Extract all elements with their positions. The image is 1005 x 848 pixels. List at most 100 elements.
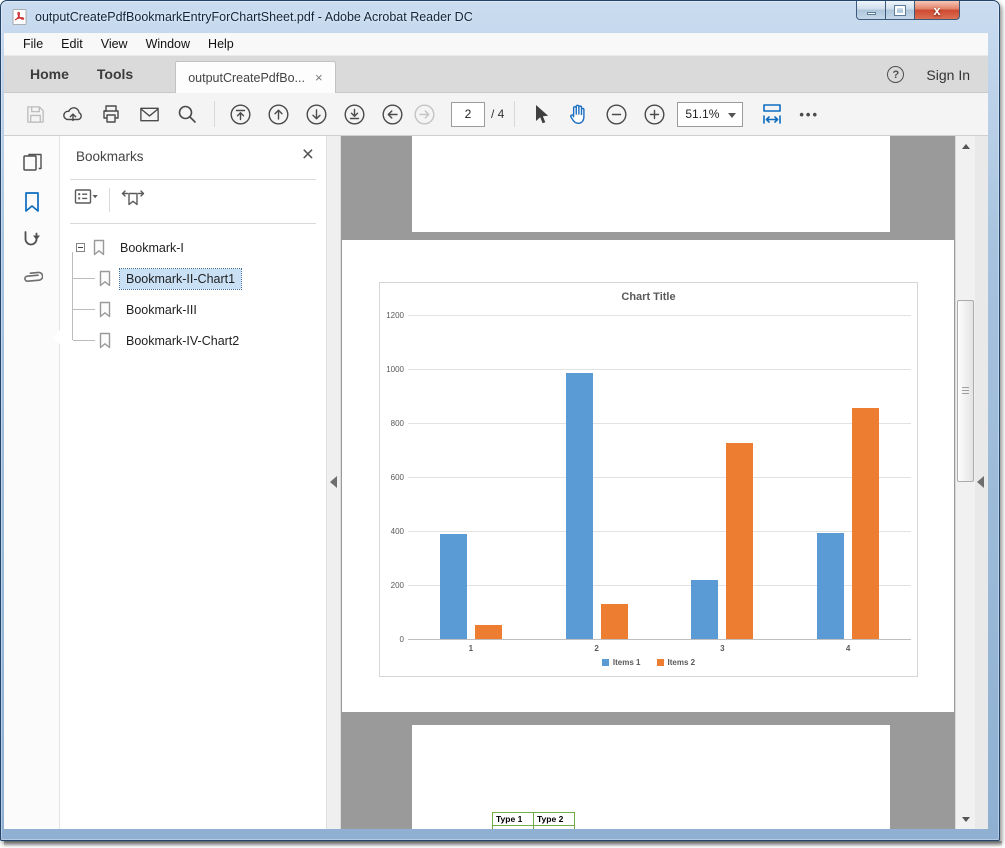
- panel-splitter[interactable]: [327, 136, 341, 829]
- menu-view[interactable]: View: [92, 34, 137, 54]
- bookmarks-panel-button[interactable]: [20, 190, 44, 214]
- document-page-3: Type 1Type 2390985: [412, 725, 890, 829]
- hand-tool-button[interactable]: [563, 99, 593, 129]
- menu-file[interactable]: File: [14, 34, 52, 54]
- next-page-button[interactable]: [301, 99, 331, 129]
- collapse-panel-icon[interactable]: [330, 476, 337, 488]
- previous-view-button[interactable]: [377, 99, 407, 129]
- legend-swatch: [657, 659, 664, 666]
- y-axis-tick-label: 1000: [380, 365, 404, 374]
- bookmark-item[interactable]: Bookmark-IV-Chart2: [60, 325, 322, 356]
- scroll-down-button[interactable]: [956, 809, 976, 829]
- document-tab-label: outputCreatePdfBo...: [188, 71, 305, 85]
- menu-window[interactable]: Window: [137, 34, 199, 54]
- u-turn-arrow-icon: [21, 229, 43, 251]
- y-axis-tick-label: 200: [380, 581, 404, 590]
- menu-help[interactable]: Help: [199, 34, 243, 54]
- zoom-level-select[interactable]: 51.1%: [677, 102, 743, 127]
- email-button[interactable]: [134, 99, 164, 129]
- scroll-up-button[interactable]: [956, 136, 976, 156]
- restore-button[interactable]: [886, 1, 915, 20]
- save-button[interactable]: [20, 99, 50, 129]
- bookmark-item[interactable]: Bookmark-I: [60, 232, 322, 263]
- restore-icon: [895, 6, 905, 15]
- bar-items-2-cat2: [601, 604, 628, 639]
- window-title: outputCreatePdfBookmarkEntryForChartShee…: [35, 10, 473, 24]
- document-area: Chart Title 0200400600800100012001234Ite…: [341, 136, 955, 829]
- arrow-right-circle-icon: [412, 102, 437, 127]
- thumb-grip: [962, 387, 969, 394]
- menu-bar: FileEditViewWindowHelp: [4, 33, 988, 56]
- tree-line: [73, 340, 95, 341]
- vertical-scrollbar[interactable]: [955, 136, 975, 829]
- bookmark-options-button[interactable]: [74, 187, 99, 212]
- tab-home[interactable]: Home: [16, 57, 83, 91]
- tab-tools[interactable]: Tools: [83, 57, 147, 91]
- sign-in-button[interactable]: Sign In: [926, 67, 970, 83]
- navigation-rail: [4, 136, 60, 829]
- bookmark-item[interactable]: Bookmark-II-Chart1: [60, 263, 322, 294]
- bar-items-2-cat1: [475, 625, 502, 639]
- cursor-arrow-icon: [530, 103, 550, 125]
- bar-items-1-cat4: [817, 533, 844, 639]
- table-value-cell: 390: [493, 826, 534, 830]
- document-page-1: [412, 136, 890, 232]
- expand-tools-pane-icon[interactable]: [977, 476, 984, 488]
- floppy-disk-icon: [25, 104, 46, 125]
- last-page-button[interactable]: [339, 99, 369, 129]
- share-button[interactable]: [58, 99, 88, 129]
- attachments-panel-button[interactable]: [20, 266, 44, 290]
- collapse-expander-icon[interactable]: [76, 243, 85, 252]
- bookmark-label: Bookmark-I: [114, 238, 190, 258]
- minimize-button[interactable]: [856, 1, 886, 20]
- next-view-button[interactable]: [409, 99, 439, 129]
- bookmarks-panel-close-icon[interactable]: ×: [302, 144, 314, 165]
- help-icon[interactable]: ?: [887, 66, 904, 83]
- chevron-down-icon: [728, 113, 736, 118]
- close-button[interactable]: x: [915, 1, 960, 20]
- more-tools-button[interactable]: •••: [799, 107, 819, 122]
- bookmark-icon: [98, 301, 112, 319]
- document-tab-close-icon[interactable]: ×: [315, 71, 323, 84]
- previous-page-button[interactable]: [263, 99, 293, 129]
- bookmark-item[interactable]: Bookmark-III: [60, 294, 322, 325]
- search-button[interactable]: [172, 99, 202, 129]
- zoom-in-button[interactable]: [639, 99, 669, 129]
- screen: outputCreatePdfBookmarkEntryForChartShee…: [0, 0, 1005, 848]
- gridline: [408, 369, 911, 370]
- arrow-up-circle-icon: [266, 102, 291, 127]
- y-axis-tick-label: 600: [380, 473, 404, 482]
- signatures-panel-button[interactable]: [20, 228, 44, 252]
- window-controls: x: [856, 1, 960, 20]
- bar-items-1-cat2: [566, 373, 593, 639]
- expand-current-bookmark-button[interactable]: [120, 186, 146, 213]
- fit-width-button[interactable]: [757, 99, 787, 129]
- page-count-label: / 4: [491, 107, 504, 121]
- print-button[interactable]: [96, 99, 126, 129]
- pdf-file-icon: [12, 9, 29, 25]
- gridline: [408, 477, 911, 478]
- scrollbar-thumb[interactable]: [957, 300, 974, 482]
- table-header-cell: Type 2: [534, 813, 575, 826]
- zoom-out-button[interactable]: [601, 99, 631, 129]
- active-panel-notch: [53, 330, 60, 344]
- y-axis-tick-label: 0: [380, 635, 404, 644]
- page-number-input[interactable]: [451, 102, 485, 127]
- triangle-up-icon: [962, 144, 970, 149]
- toolbar-separator: [214, 101, 215, 127]
- first-page-icon: [228, 102, 253, 127]
- select-tool-button[interactable]: [525, 99, 555, 129]
- minus-circle-icon: [604, 102, 629, 127]
- first-page-button[interactable]: [225, 99, 255, 129]
- tab-document[interactable]: outputCreatePdfBo... ×: [175, 61, 335, 93]
- expand-bookmark-icon: [120, 186, 146, 208]
- window-shadow: [4, 841, 1002, 847]
- cloud-upload-icon: [62, 103, 84, 125]
- bookmarks-panel-title: Bookmarks: [76, 149, 144, 164]
- page-thumbnails-button[interactable]: [20, 152, 44, 176]
- menu-edit[interactable]: Edit: [52, 34, 92, 54]
- legend-label: Items 2: [668, 658, 696, 667]
- bar-items-1-cat1: [440, 534, 467, 639]
- legend-item: Items 2: [657, 658, 696, 667]
- legend-swatch: [602, 659, 609, 666]
